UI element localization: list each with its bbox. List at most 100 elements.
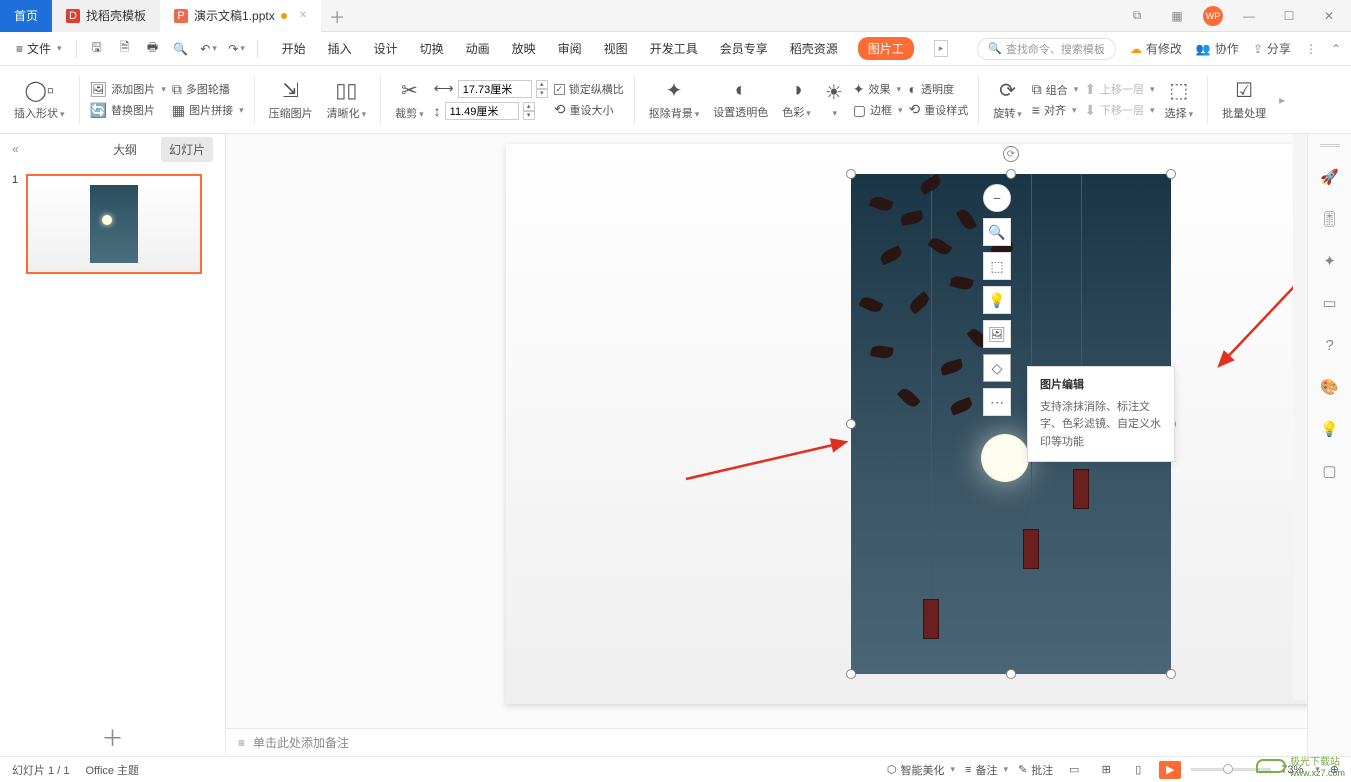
- more-menu-icon[interactable]: ⋮: [1305, 42, 1317, 56]
- close-tab-icon[interactable]: ✕: [299, 10, 307, 21]
- slides-tab[interactable]: 幻灯片: [161, 137, 213, 162]
- tab-docer[interactable]: 稻壳资源: [788, 36, 840, 61]
- float-edit-button[interactable]: ◇: [983, 354, 1011, 382]
- handle-nw[interactable]: [846, 169, 856, 179]
- rail-template-icon[interactable]: ▭: [1318, 291, 1342, 315]
- tab-document[interactable]: P 演示文稿1.pptx ✕: [160, 0, 321, 32]
- width-up[interactable]: ▴: [536, 80, 548, 89]
- replace-image-button[interactable]: 🔄替换图片: [90, 102, 166, 119]
- apps-icon[interactable]: ▦: [1163, 2, 1191, 30]
- float-more-button[interactable]: ⋯: [983, 388, 1011, 416]
- move-up-button[interactable]: ⬆上移一层▾: [1084, 81, 1154, 98]
- tab-devtools[interactable]: 开发工具: [648, 36, 700, 61]
- tab-design[interactable]: 设计: [372, 36, 400, 61]
- window-maximize-icon[interactable]: ☐: [1275, 2, 1303, 30]
- rotate-button[interactable]: ⟳旋转▾: [989, 68, 1026, 132]
- multi-carousel-button[interactable]: ⧉多图轮播: [172, 81, 244, 98]
- crop-button[interactable]: ✂裁剪▾: [391, 68, 428, 132]
- outline-tab[interactable]: 大纲: [105, 137, 145, 162]
- height-input[interactable]: [445, 102, 519, 120]
- view-normal-icon[interactable]: ▭: [1063, 761, 1085, 779]
- slide-thumbnail-1[interactable]: 1: [12, 174, 213, 274]
- float-replace-button[interactable]: 🖼: [983, 320, 1011, 348]
- height-down[interactable]: ▾: [523, 111, 535, 120]
- handle-s[interactable]: [1006, 669, 1016, 679]
- collapse-ribbon-icon[interactable]: ⌃: [1331, 42, 1341, 56]
- tab-home[interactable]: 首页: [0, 0, 52, 32]
- share-button[interactable]: ⇪ 分享: [1253, 40, 1291, 57]
- file-menu[interactable]: ≡ 文件▾: [10, 36, 68, 61]
- user-avatar[interactable]: WP: [1203, 6, 1223, 26]
- tab-animation[interactable]: 动画: [464, 36, 492, 61]
- tab-member[interactable]: 会员专享: [718, 36, 770, 61]
- window-minimize-icon[interactable]: —: [1235, 2, 1263, 30]
- panel-layout-icon[interactable]: ⧉: [1123, 2, 1151, 30]
- vertical-scrollbar[interactable]: [1293, 134, 1307, 700]
- print-icon[interactable]: 🖶: [141, 37, 165, 61]
- comments-toggle[interactable]: ✎批注: [1018, 762, 1053, 778]
- tab-slideshow[interactable]: 放映: [510, 36, 538, 61]
- handle-ne[interactable]: [1166, 169, 1176, 179]
- tab-view[interactable]: 视图: [602, 36, 630, 61]
- save-as-icon[interactable]: 🗎: [113, 37, 137, 61]
- handle-w[interactable]: [846, 419, 856, 429]
- handle-se[interactable]: [1166, 669, 1176, 679]
- handle-sw[interactable]: [846, 669, 856, 679]
- batch-button[interactable]: ☑批量处理: [1218, 68, 1270, 132]
- notes-bar[interactable]: ≡ 单击此处添加备注: [226, 728, 1307, 756]
- rail-help-icon[interactable]: ?: [1318, 333, 1342, 357]
- color-button[interactable]: ◑色彩▾: [778, 68, 815, 132]
- remove-bg-button[interactable]: ✦抠除背景▾: [645, 68, 704, 132]
- effects-button[interactable]: ✦效果▾: [853, 81, 903, 98]
- reset-size-button[interactable]: ⟲重设大小: [554, 101, 624, 118]
- redo-icon[interactable]: ↷▾: [225, 37, 249, 61]
- border-button[interactable]: ▢边框▾: [853, 102, 903, 119]
- add-slide-button[interactable]: ＋: [0, 716, 225, 756]
- smart-beautify-button[interactable]: ⬡智能美化▾: [887, 762, 955, 778]
- ribbon-expand-icon[interactable]: ▸: [1276, 93, 1288, 107]
- add-tab-button[interactable]: ＋: [321, 0, 353, 32]
- cooperation-button[interactable]: 👥 协作: [1196, 40, 1239, 57]
- set-transparent-button[interactable]: ◐设置透明色: [709, 68, 772, 132]
- undo-icon[interactable]: ↶▾: [197, 37, 221, 61]
- rail-play-icon[interactable]: ▢: [1318, 459, 1342, 483]
- print-preview-icon[interactable]: 🔍: [169, 37, 193, 61]
- rail-drag-icon[interactable]: [1320, 144, 1340, 147]
- view-slideshow-icon[interactable]: ▶: [1159, 761, 1181, 779]
- rail-star-icon[interactable]: ✦: [1318, 249, 1342, 273]
- handle-n[interactable]: [1006, 169, 1016, 179]
- rail-bulb-icon[interactable]: 💡: [1318, 417, 1342, 441]
- notes-toggle[interactable]: ≡备注▾: [965, 762, 1008, 778]
- add-image-button[interactable]: 🖼添加图片▾: [90, 81, 166, 98]
- command-search[interactable]: 🔍 查找命令、搜索模板: [977, 38, 1116, 60]
- tab-insert[interactable]: 插入: [326, 36, 354, 61]
- insert-shape-button[interactable]: ◯▫ 插入形状▾: [10, 68, 69, 132]
- view-reading-icon[interactable]: ▯: [1127, 761, 1149, 779]
- compress-image-button[interactable]: ⇲压缩图片: [265, 68, 317, 132]
- rotate-handle[interactable]: ⟳: [1003, 146, 1019, 162]
- canvas[interactable]: ⟳: [226, 134, 1307, 728]
- float-crop-button[interactable]: ⬚: [983, 252, 1011, 280]
- save-icon[interactable]: 🖫: [85, 37, 109, 61]
- lock-ratio-checkbox[interactable]: ✓锁定纵横比: [554, 81, 624, 97]
- tab-templates[interactable]: D 找稻壳模板: [52, 0, 160, 32]
- move-down-button[interactable]: ⬇下移一层▾: [1084, 102, 1154, 119]
- reset-style-button[interactable]: ⟲重设样式: [909, 101, 969, 118]
- tab-start[interactable]: 开始: [280, 36, 308, 61]
- brightness-button[interactable]: ☀▾: [821, 68, 847, 132]
- width-down[interactable]: ▾: [536, 89, 548, 98]
- tab-transition[interactable]: 切换: [418, 36, 446, 61]
- window-close-icon[interactable]: ✕: [1315, 2, 1343, 30]
- rail-palette-icon[interactable]: 🎨: [1318, 375, 1342, 399]
- float-idea-button[interactable]: 💡: [983, 286, 1011, 314]
- view-sorter-icon[interactable]: ⊞: [1095, 761, 1117, 779]
- float-collapse-button[interactable]: −: [983, 184, 1011, 212]
- align-button[interactable]: ≡对齐▾: [1032, 102, 1079, 118]
- tab-review[interactable]: 审阅: [556, 36, 584, 61]
- pending-changes[interactable]: ☁ 有修改: [1130, 40, 1182, 57]
- more-tabs-icon[interactable]: ▸: [934, 40, 949, 57]
- rail-sliders-icon[interactable]: 🎚: [1318, 207, 1342, 231]
- height-up[interactable]: ▴: [523, 102, 535, 111]
- select-button[interactable]: ⬚选择▾: [1161, 68, 1198, 132]
- collapse-panel-icon[interactable]: «: [12, 142, 19, 156]
